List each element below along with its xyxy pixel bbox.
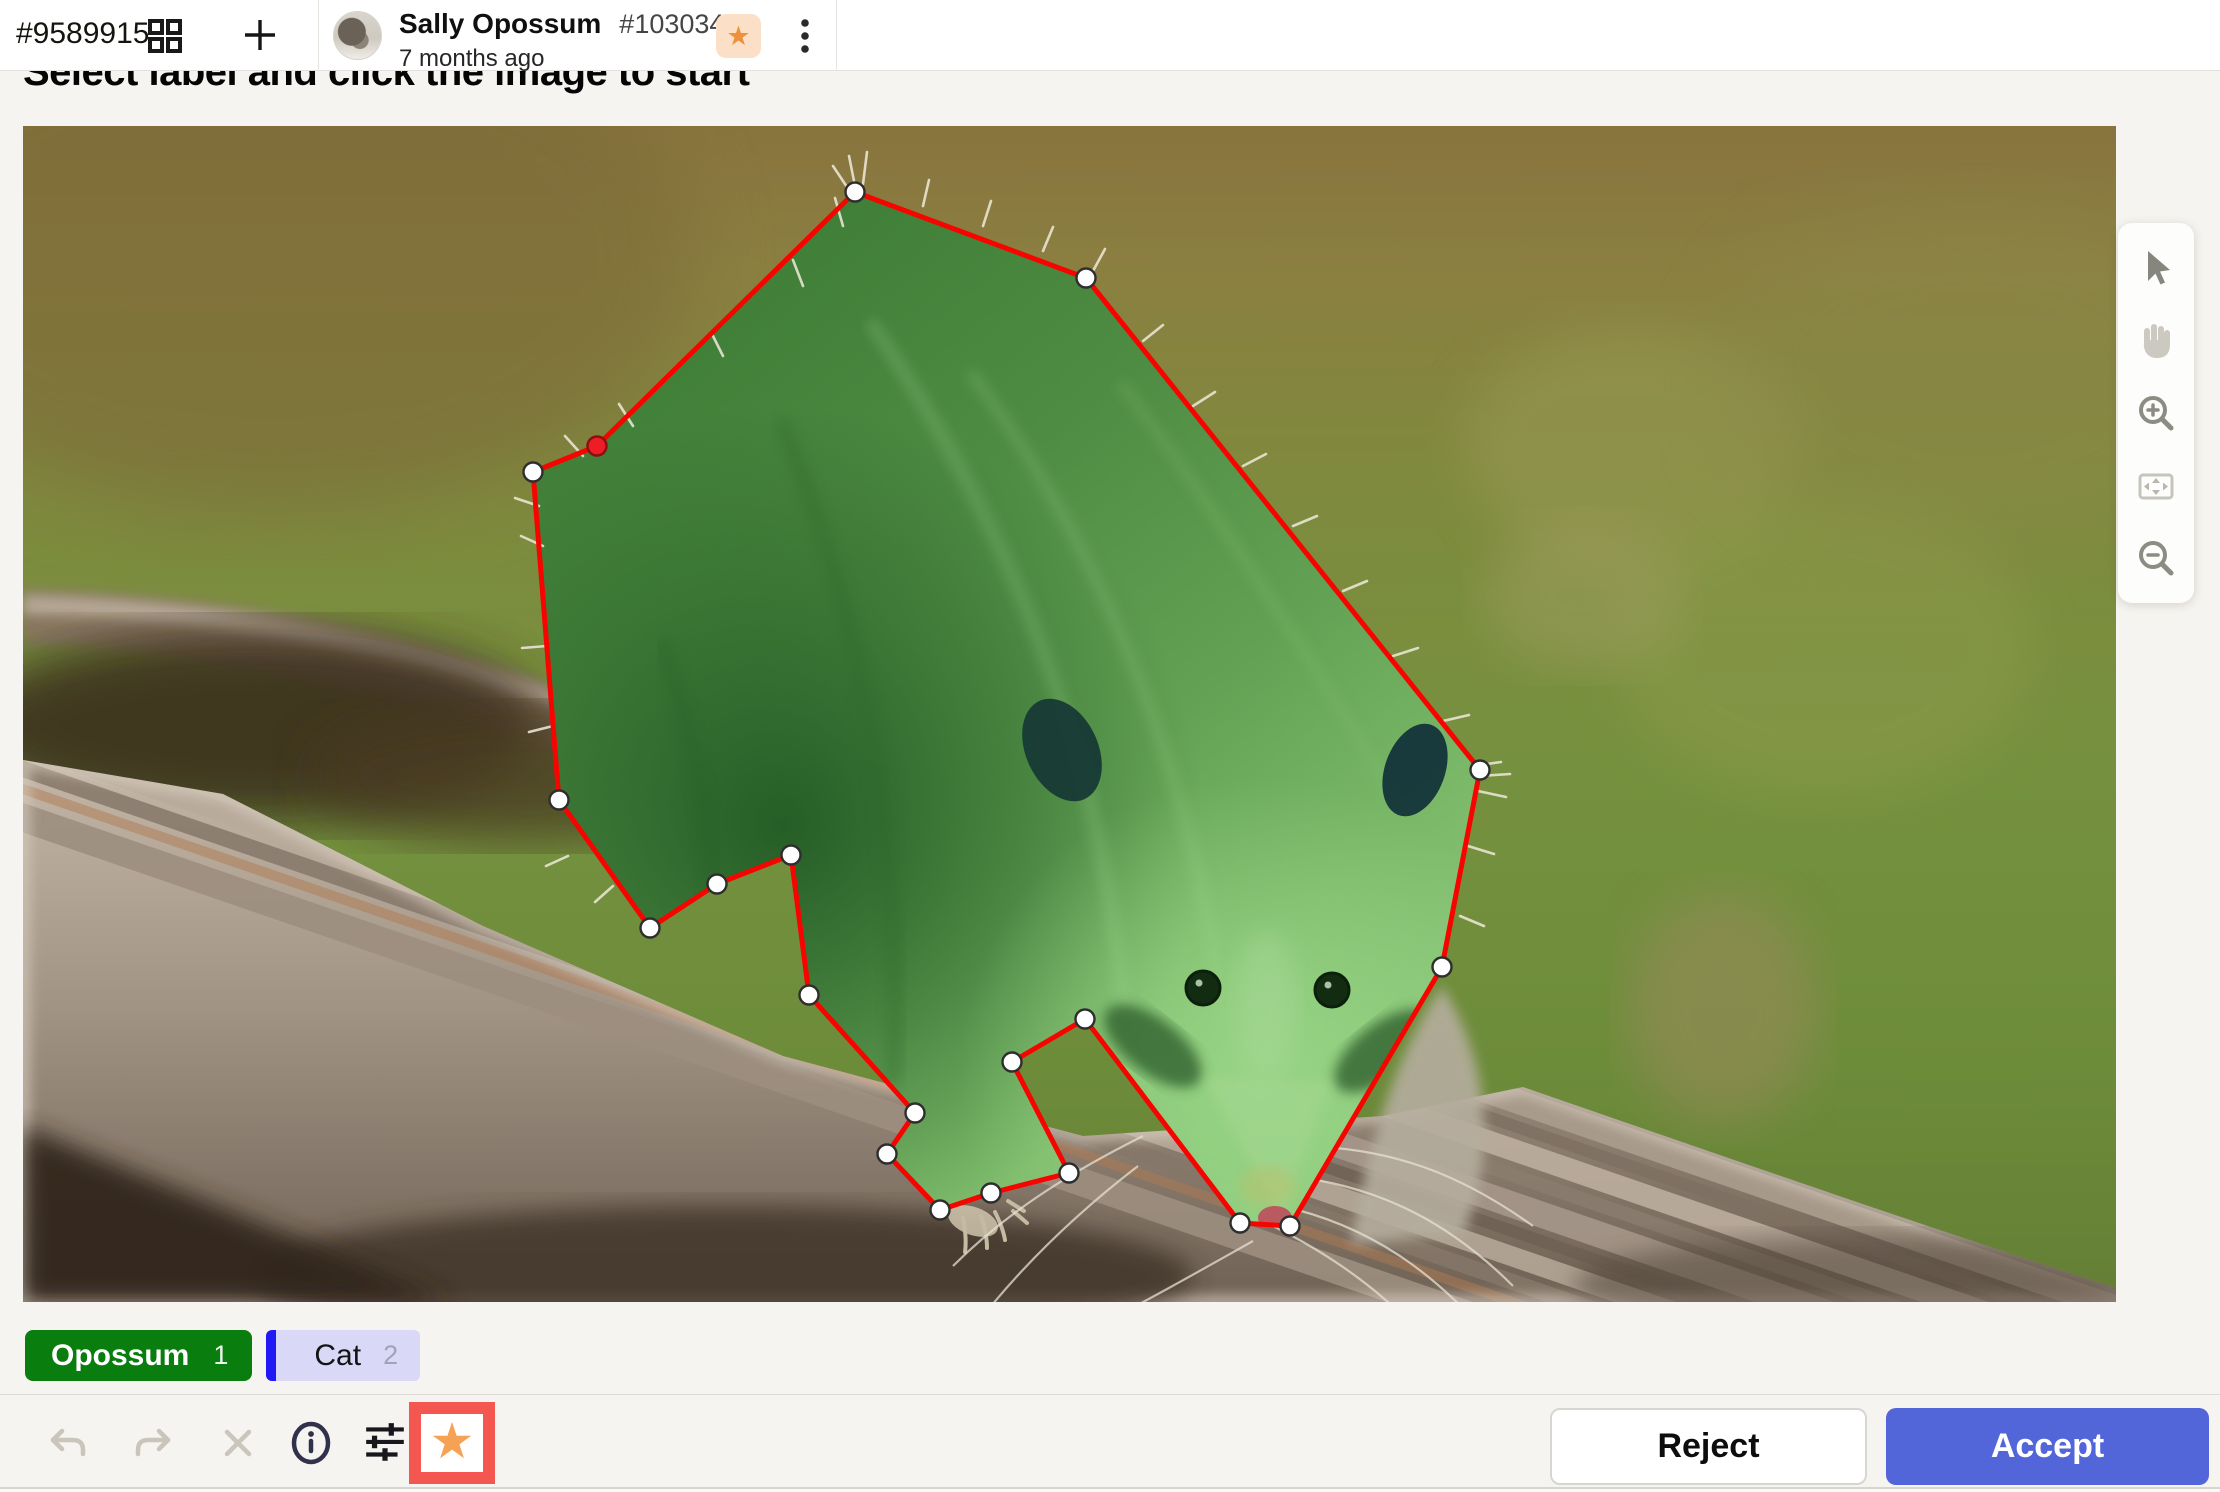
bottom-toolbar: ★ Reject Accept — [0, 1395, 2220, 1488]
star-icon[interactable]: ★ — [716, 14, 761, 58]
label-chip-cat[interactable]: Cat 2 — [266, 1330, 420, 1381]
fit-screen-tool-icon[interactable] — [2133, 463, 2179, 509]
plus-icon[interactable] — [241, 16, 279, 54]
polygon-vertex[interactable] — [550, 791, 569, 810]
label-name: Cat — [314, 1339, 361, 1373]
zoom-in-tool-icon[interactable] — [2133, 390, 2179, 436]
info-icon[interactable] — [287, 1419, 335, 1467]
annotation-canvas[interactable] — [23, 126, 2116, 1302]
undo-icon[interactable] — [44, 1419, 92, 1467]
labels-row: Opossum 1 Cat 2 — [25, 1330, 420, 1381]
canvas-tool-panel — [2118, 223, 2194, 603]
label-chip-opossum[interactable]: Opossum 1 — [25, 1330, 252, 1381]
kebab-menu-icon[interactable] — [787, 16, 823, 56]
star-toggle-highlighted[interactable]: ★ — [409, 1402, 495, 1484]
grid-view-icon[interactable] — [147, 18, 183, 54]
polygon-vertex[interactable] — [1281, 1217, 1300, 1236]
app-root: Select label and click the image to star… — [0, 0, 2220, 1492]
label-name: Opossum — [51, 1339, 189, 1373]
divider — [318, 0, 319, 70]
task-id: #9589915 — [16, 17, 149, 51]
polygon-vertex[interactable] — [1231, 1214, 1250, 1233]
polygon-vertex[interactable] — [1077, 269, 1096, 288]
top-bar: #9589915 Sally Opossum #10303414 7 month… — [0, 0, 2220, 71]
user-block: Sally Opossum #10303414 7 months ago — [399, 8, 754, 73]
polygon-vertex[interactable] — [878, 1145, 897, 1164]
polygon-vertex[interactable] — [1076, 1010, 1095, 1029]
label-hotkey: 1 — [213, 1340, 228, 1371]
reject-button[interactable]: Reject — [1550, 1408, 1867, 1485]
user-name: Sally Opossum — [399, 8, 601, 40]
polygon-vertex[interactable] — [641, 919, 660, 938]
polygon-vertex[interactable] — [1471, 761, 1490, 780]
polygon-vertex[interactable] — [708, 875, 727, 894]
polygon-vertex[interactable] — [1003, 1053, 1022, 1072]
polygon-vertex[interactable] — [1433, 958, 1452, 977]
polygon-vertex[interactable] — [846, 183, 865, 202]
accept-button[interactable]: Accept — [1886, 1408, 2209, 1485]
polygon-vertex[interactable] — [800, 986, 819, 1005]
avatar[interactable] — [333, 11, 382, 60]
polygon-vertex[interactable] — [782, 846, 801, 865]
bottom-edge-divider — [0, 1487, 2220, 1492]
redo-icon[interactable] — [129, 1419, 177, 1467]
zoom-out-tool-icon[interactable] — [2133, 535, 2179, 581]
polygon-vertex[interactable] — [931, 1201, 950, 1220]
polygon-vertex[interactable] — [524, 463, 543, 482]
user-time: 7 months ago — [399, 45, 754, 73]
divider — [836, 0, 837, 70]
delete-icon[interactable] — [214, 1419, 262, 1467]
label-hotkey: 2 — [383, 1340, 398, 1371]
polygon-vertex[interactable] — [982, 1184, 1001, 1203]
polygon-vertex[interactable] — [906, 1104, 925, 1123]
settings-sliders-icon[interactable] — [361, 1419, 409, 1467]
pan-tool-icon[interactable] — [2133, 318, 2179, 364]
label-color-stripe — [266, 1330, 276, 1381]
pointer-tool-icon[interactable] — [2133, 245, 2179, 291]
polygon-vertex[interactable] — [1060, 1164, 1079, 1183]
polygon-vertex-active[interactable] — [588, 437, 607, 456]
